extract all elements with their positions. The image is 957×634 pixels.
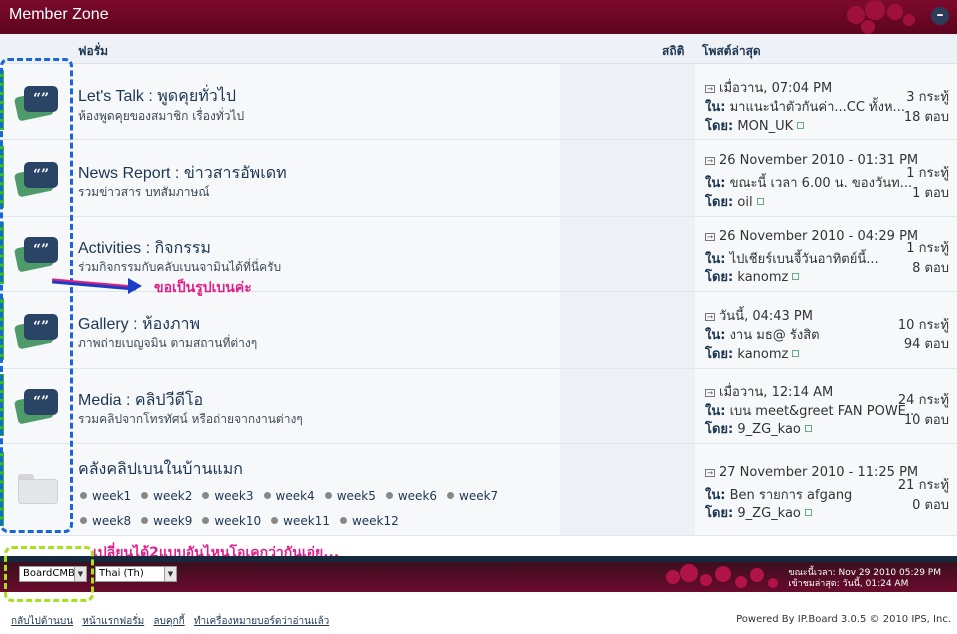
last-post-author[interactable]: โดย: kanomz [705,266,800,287]
last-post-arrow-icon[interactable]: → [705,469,715,477]
last-post-author[interactable]: โดย: MON_UK [705,115,805,136]
last-post-date: → 27 November 2010 - 11:25 PM [705,465,918,480]
annotation-icon-highlight [0,58,73,533]
forum-description: ภาพถ่ายเบญจมิน ตามสถานที่ต่างๆ [78,336,258,350]
forum-home-link[interactable]: หน้าแรกฟอรั่ม [82,616,144,627]
forum-description: ห้องพูดคุยของสมาชิก เรื่องทั่วไป [78,109,245,123]
mark-all-read-link[interactable]: ทำเครื่องหมายบอร์ดว่าอ่านแล้ว [194,616,329,627]
last-post-arrow-icon[interactable]: → [705,313,715,321]
forum-description: รวมข่าวสาร บทสัมภาษณ์ [78,185,210,199]
delete-cookies-link[interactable]: ลบคุกกี้ [153,616,184,627]
subforum-link[interactable]: week1 [80,484,131,509]
forum-table-header: ฟอรั่ม สถิติ โพสต์ล่าสุด [0,34,957,64]
chevron-down-icon: ▼ [164,567,176,581]
language-selector[interactable]: Thai (Th) ▼ [95,566,177,582]
powered-by: Powered By IP.Board 3.0.5 © 2010 IPS, In… [736,614,951,625]
reply-count: 1 ตอบ [912,186,949,201]
forum-title-link[interactable]: Let's Talk : พูดคุยทั่วไป [78,84,236,109]
last-post-topic[interactable]: ใน: ขณะนี้ เวลา 6.00 น. ของวันท... [705,172,912,193]
subforum-link[interactable]: week12 [339,509,399,534]
column-stats: สถิติ [662,44,685,58]
subforum-link[interactable]: week8 [80,509,131,534]
column-last-post: โพสต์ล่าสุด [702,44,761,58]
reply-count: 0 ตอบ [912,498,949,513]
header-decoration [847,0,937,34]
forum-title-link[interactable]: คลังคลิปเบนในบ้านแมก [78,457,243,482]
last-post-author[interactable]: โดย: 9_ZG_kao [705,502,812,523]
subforum-link[interactable]: week2 [141,484,192,509]
last-post-author[interactable]: โดย: kanomz [705,343,800,364]
last-post-author[interactable]: โดย: oil [705,191,764,212]
profile-card-icon[interactable] [797,122,805,129]
forum-row: “” Let's Talk : พูดคุยทั่วไป ห้องพูดคุยข… [0,64,957,140]
forum-row: “” Activities : กิจกรรม ร่วมกิจกรรมกับคล… [0,217,957,292]
subforum-link[interactable]: week4 [263,484,315,509]
forum-description: ร่วมกิจกรรมกับคลับเบนจามินได้ที่นี่ครับ [78,260,282,274]
last-post-date: → เมื่อวาน, 12:14 AM [705,381,833,402]
last-post-topic[interactable]: ใน: มาแนะนำตัวกันค่า...CC ทั้งห... [705,96,905,117]
last-post-arrow-icon[interactable]: → [705,389,715,397]
last-post-date: → 26 November 2010 - 01:31 PM [705,153,918,168]
last-post-author[interactable]: โดย: 9_ZG_kao [705,418,812,439]
subforum-list: week1 week2 week3 week4 week5 week6 week7 week8… [80,484,550,534]
forum-description: รวมคลิปจากโทรทัศน์ หรือถ่ายจากงานต่างๆ [78,412,303,426]
subforum-link[interactable]: week9 [141,509,192,534]
reply-count: 18 ตอบ [903,110,949,125]
forum-row: คลังคลิปเบนในบ้านแมก week1 week2 week3 week… [0,444,957,536]
subforum-link[interactable]: week10 [202,509,261,534]
subforum-link[interactable]: week6 [385,484,437,509]
forum-row: “” Media : คลิปวีดีโอ รวมคลิปจากโทรทัศน์… [0,369,957,444]
footer-time-info: ขณะนี้เวลา: Nov 29 2010 05:29 PM เข้าชมล… [788,568,941,589]
annotation-arrow-head [128,278,142,294]
last-post-arrow-icon[interactable]: → [705,233,715,241]
profile-card-icon[interactable] [792,273,800,280]
footer-links: กลับไปด้านบน หน้าแรกฟอรั่ม ลบคุกกี้ ทำเค… [11,614,335,629]
topic-count: 10 กระทู้ [897,318,949,333]
subforum-link[interactable]: week5 [324,484,376,509]
last-post-date: → 26 November 2010 - 04:29 PM [705,229,918,244]
forum-row: “” Gallery : ห้องภาพ ภาพถ่ายเบญจมิน ตามส… [0,292,957,369]
last-post-arrow-icon[interactable]: → [705,85,715,93]
subforum-link[interactable]: week7 [447,484,498,509]
last-post-topic[interactable]: ใน: งาน มธ@ รังสิต [705,324,820,345]
category-title: Member Zone [9,6,109,23]
profile-card-icon[interactable] [804,425,812,432]
reply-count: 8 ตอบ [912,261,949,276]
category-header: Member Zone – [0,0,957,34]
subforum-link[interactable]: week11 [271,509,330,534]
last-post-date: → วันนี้, 04:43 PM [705,305,813,326]
last-post-arrow-icon[interactable]: → [705,157,715,165]
profile-card-icon[interactable] [804,509,812,516]
annotation-note: ขอเป็นรูปเบนค่ะ [154,280,252,296]
annotation-selector-highlight [4,546,94,602]
profile-card-icon[interactable] [756,198,764,205]
footer-bar: BoardCMB ▼ Thai (Th) ▼ ขณะนี้เวลา: Nov 29 … [0,556,957,592]
profile-card-icon[interactable] [792,350,800,357]
column-forum: ฟอรั่ม [78,44,109,58]
reply-count: 94 ตอบ [903,337,949,352]
back-to-top-link[interactable]: กลับไปด้านบน [11,616,73,627]
subforum-link[interactable]: week3 [202,484,254,509]
topic-count: 3 กระทู้ [906,90,949,105]
collapse-category-button[interactable]: – [931,7,949,25]
forum-row: “” News Report : ข่าวสารอัพเดท รวมข่าวสา… [0,140,957,217]
last-post-date: → เมื่อวาน, 07:04 PM [705,77,832,98]
